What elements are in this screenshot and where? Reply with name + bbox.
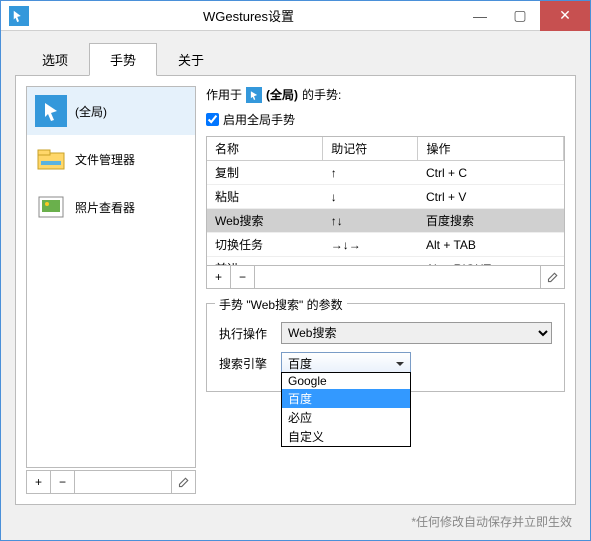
maximize-button[interactable]: ▢ [500, 1, 540, 31]
close-button[interactable]: ✕ [540, 1, 590, 31]
table-row[interactable]: 复制 ↑ Ctrl + C [207, 161, 564, 185]
applies-to-header: 作用于 (全局) 的手势: [206, 86, 565, 103]
table-row[interactable]: 粘贴 ↓ Ctrl + V [207, 185, 564, 209]
params-fieldset: 手势 "Web搜索" 的参数 执行操作 Web搜索 搜索引擎 百度 Google… [206, 303, 565, 392]
action-label: 执行操作 [219, 325, 271, 342]
engine-option-custom[interactable]: 自定义 [282, 427, 410, 446]
tab-about[interactable]: 关于 [157, 43, 225, 76]
col-mnemonic[interactable]: 助记符 [323, 137, 418, 161]
edit-app-button[interactable] [171, 471, 195, 493]
action-select[interactable]: Web搜索 [281, 322, 552, 344]
remove-gesture-button[interactable]: − [231, 266, 255, 288]
folder-icon [35, 143, 67, 175]
sidebar-item-global[interactable]: (全局) [27, 87, 195, 135]
tab-gestures[interactable]: 手势 [89, 43, 157, 76]
applies-suffix: 的手势: [302, 86, 341, 103]
app-icon [9, 6, 29, 26]
titlebar: WGestures设置 — ▢ ✕ [1, 1, 590, 31]
sidebar-item-label: (全局) [75, 103, 107, 120]
sidebar-item-label: 照片查看器 [75, 199, 135, 216]
applies-target: (全局) [266, 86, 298, 103]
engine-option-google[interactable]: Google [282, 373, 410, 389]
sidebar-toolbar: + − [26, 470, 196, 494]
app-list[interactable]: (全局) 文件管理器 照片查看器 [26, 86, 196, 468]
app-sidebar: (全局) 文件管理器 照片查看器 + − [26, 86, 196, 494]
add-app-button[interactable]: + [27, 471, 51, 493]
photo-icon [35, 191, 67, 223]
footer-note: *任何修改自动保存并立即生效 [411, 513, 572, 530]
minimize-button[interactable]: — [460, 1, 500, 31]
gesture-toolbar: + − [206, 266, 565, 289]
cursor-icon [246, 87, 262, 103]
window-title: WGestures设置 [37, 6, 460, 25]
engine-option-baidu[interactable]: 百度 [282, 389, 410, 408]
params-legend: 手势 "Web搜索" 的参数 [215, 296, 347, 313]
gesture-table[interactable]: 名称 助记符 操作 复制 ↑ Ctrl + C 粘贴 ↓ Ct [206, 136, 565, 266]
tab-bar: 选项 手势 关于 [1, 31, 590, 76]
col-action[interactable]: 操作 [418, 137, 564, 161]
sidebar-item-photo-viewer[interactable]: 照片查看器 [27, 183, 195, 231]
edit-gesture-button[interactable] [540, 266, 564, 288]
add-gesture-button[interactable]: + [207, 266, 231, 288]
enable-global-label: 启用全局手势 [223, 111, 295, 128]
sidebar-item-file-manager[interactable]: 文件管理器 [27, 135, 195, 183]
applies-prefix: 作用于 [206, 86, 242, 103]
engine-label: 搜索引擎 [219, 355, 271, 372]
table-row[interactable]: 前进 → Alt + RIGHT [207, 257, 564, 267]
remove-app-button[interactable]: − [51, 471, 75, 493]
tab-options[interactable]: 选项 [21, 43, 89, 76]
sidebar-item-label: 文件管理器 [75, 151, 135, 168]
col-name[interactable]: 名称 [207, 137, 323, 161]
enable-global-checkbox[interactable]: 启用全局手势 [206, 111, 565, 128]
engine-option-bing[interactable]: 必应 [282, 408, 410, 427]
cursor-icon [35, 95, 67, 127]
enable-global-input[interactable] [206, 113, 219, 126]
table-row[interactable]: Web搜索 ↑↓ 百度搜索 [207, 209, 564, 233]
engine-dropdown[interactable]: Google 百度 必应 自定义 [281, 372, 411, 447]
table-row[interactable]: 切换任务 →↓→ Alt + TAB [207, 233, 564, 257]
